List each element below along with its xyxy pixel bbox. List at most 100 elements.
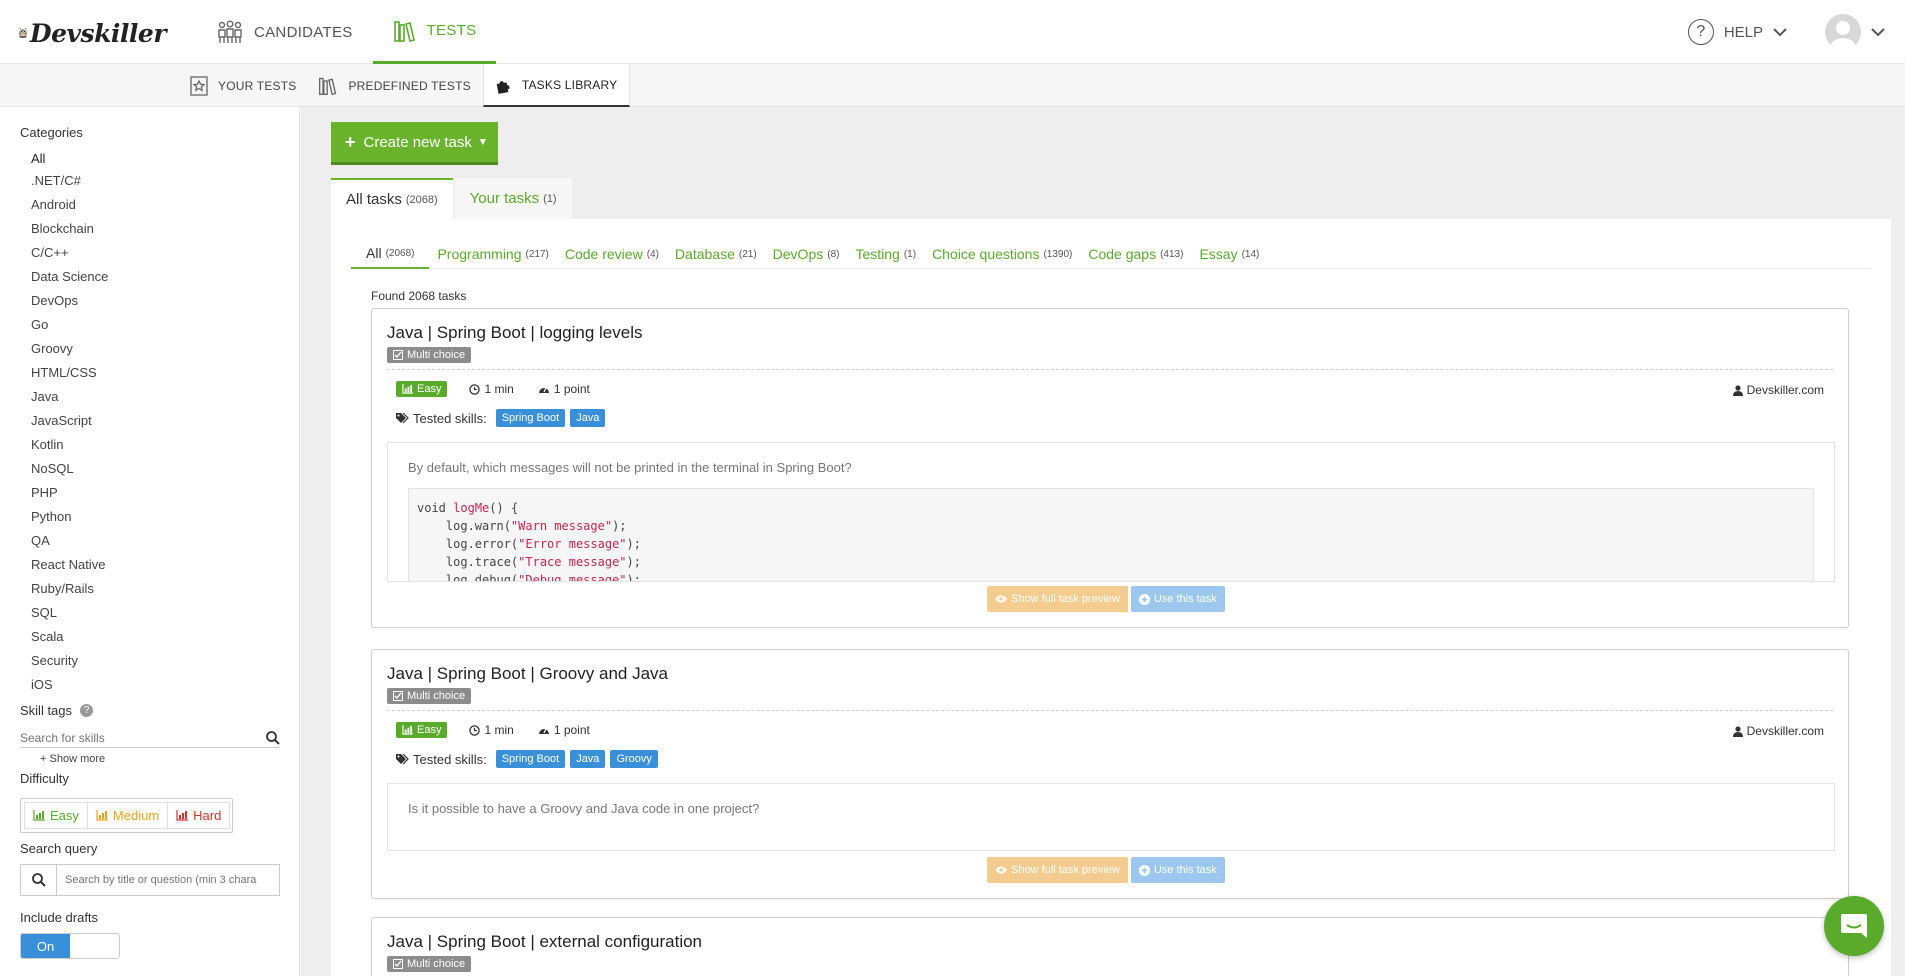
category-item[interactable]: React Native bbox=[20, 553, 279, 577]
category-item[interactable]: NoSQL bbox=[20, 457, 279, 481]
filter-code-review[interactable]: Code review (4) bbox=[557, 239, 667, 269]
subnav-your-tests[interactable]: YOUR TESTS bbox=[180, 64, 308, 107]
nav-tests[interactable]: TESTS bbox=[372, 0, 497, 64]
skill-badge[interactable]: Java bbox=[570, 750, 606, 768]
show-full-preview-button[interactable]: Show full task preview bbox=[987, 857, 1128, 883]
skill-badge[interactable]: Spring Boot bbox=[495, 409, 566, 427]
tested-skills-label: Tested skills: bbox=[413, 410, 487, 426]
skill-badge[interactable]: Groovy bbox=[610, 750, 658, 768]
difficulty-label: Easy bbox=[417, 383, 442, 395]
author-label: Devskiller.com bbox=[1746, 724, 1824, 738]
code-string: "Error message" bbox=[518, 537, 627, 551]
category-item[interactable]: C/C++ bbox=[20, 241, 279, 265]
tab-all-tasks[interactable]: All tasks (2068) bbox=[331, 178, 453, 219]
tab-count: (1) bbox=[543, 192, 557, 205]
category-item[interactable]: QA bbox=[20, 529, 279, 553]
filter-essay[interactable]: Essay (14) bbox=[1191, 239, 1267, 269]
difficulty-medium-button[interactable]: Medium bbox=[86, 802, 169, 829]
category-item[interactable]: Security bbox=[20, 649, 279, 673]
task-type-badge: Multi choice bbox=[387, 347, 472, 363]
filter-label: Testing bbox=[855, 246, 900, 262]
show-more-label: Show more bbox=[49, 753, 106, 765]
category-item[interactable]: Groovy bbox=[20, 337, 279, 361]
category-item[interactable]: JavaScript bbox=[20, 409, 279, 433]
filter-database[interactable]: Database (21) bbox=[667, 239, 765, 269]
use-task-button[interactable]: Use this task bbox=[1130, 857, 1225, 883]
tab-your-tasks[interactable]: Your tasks (1) bbox=[454, 178, 572, 219]
category-item[interactable]: All bbox=[20, 148, 279, 169]
filter-all[interactable]: All (2068) bbox=[351, 239, 430, 269]
category-item[interactable]: Data Science bbox=[20, 265, 279, 289]
user-icon bbox=[1732, 384, 1743, 396]
category-item[interactable]: Ruby/Rails bbox=[20, 577, 279, 601]
search-query-input[interactable] bbox=[57, 865, 277, 895]
task-time: 1 min bbox=[469, 723, 514, 737]
category-item[interactable]: Python bbox=[20, 505, 279, 529]
preview-label: Show full task preview bbox=[1011, 593, 1120, 605]
difficulty-easy-button[interactable]: Easy bbox=[24, 802, 88, 829]
category-item[interactable]: Scala bbox=[20, 625, 279, 649]
search-query-title: Search query bbox=[20, 841, 98, 856]
category-item[interactable]: PHP bbox=[20, 481, 279, 505]
category-item[interactable]: HTML/CSS bbox=[20, 361, 279, 385]
user-menu[interactable] bbox=[1825, 14, 1885, 50]
code-text: ); bbox=[626, 537, 641, 551]
filter-count: (8) bbox=[827, 248, 840, 260]
task-title[interactable]: Java | Spring Boot | external configurat… bbox=[387, 932, 702, 952]
difficulty-title: Difficulty bbox=[20, 771, 69, 786]
category-item[interactable]: Android bbox=[20, 193, 279, 217]
category-item[interactable]: Java bbox=[20, 385, 279, 409]
category-item[interactable]: Blockchain bbox=[20, 217, 279, 241]
skill-badge[interactable]: Java bbox=[570, 409, 606, 427]
chat-widget-button[interactable] bbox=[1824, 896, 1884, 956]
code-string: "Trace message" bbox=[518, 555, 627, 569]
header-right: ? HELP bbox=[1687, 0, 1885, 64]
filter-programming[interactable]: Programming (217) bbox=[429, 239, 556, 269]
code-keyword: void bbox=[417, 501, 446, 515]
use-label: Use this task bbox=[1153, 593, 1217, 605]
task-card: Java | Spring Boot | Groovy and Java Mul… bbox=[371, 649, 1849, 899]
create-new-task-button[interactable]: + Create new task ▼ bbox=[331, 122, 498, 165]
avatar bbox=[1825, 14, 1861, 50]
filter-code-gaps[interactable]: Code gaps (413) bbox=[1080, 239, 1191, 269]
category-item[interactable]: Go bbox=[20, 313, 279, 337]
help-menu[interactable]: ? HELP bbox=[1687, 19, 1787, 45]
include-drafts-toggle[interactable]: On bbox=[20, 933, 120, 959]
preview-label: Show full task preview bbox=[1011, 864, 1120, 876]
logo[interactable]: Devskiller bbox=[18, 6, 167, 60]
category-item[interactable]: DevOps bbox=[20, 289, 279, 313]
difficulty-hard-button[interactable]: Hard bbox=[167, 802, 231, 829]
category-list: All .NET/C# Android Blockchain C/C++ Dat… bbox=[20, 148, 279, 697]
filter-label: DevOps bbox=[772, 246, 824, 262]
skill-badge[interactable]: Spring Boot bbox=[495, 750, 566, 768]
filter-count: (413) bbox=[1160, 248, 1184, 260]
task-title[interactable]: Java | Spring Boot | Groovy and Java bbox=[387, 664, 668, 684]
people-icon bbox=[218, 20, 242, 43]
filter-devops[interactable]: DevOps (8) bbox=[765, 239, 848, 269]
code-text: ); bbox=[626, 555, 641, 569]
tested-skills: Tested skills: Spring Boot Java Groovy bbox=[396, 750, 658, 768]
nav-candidates[interactable]: CANDIDATES bbox=[196, 0, 373, 64]
subnav-predefined-tests[interactable]: PREDEFINED TESTS bbox=[308, 64, 482, 107]
show-full-preview-button[interactable]: Show full task preview bbox=[987, 586, 1128, 612]
category-item[interactable]: iOS bbox=[20, 673, 279, 697]
skill-search-input[interactable] bbox=[20, 730, 240, 745]
plus-circle-icon bbox=[1138, 864, 1150, 876]
category-item[interactable]: Kotlin bbox=[20, 433, 279, 457]
filter-testing[interactable]: Testing (1) bbox=[847, 239, 924, 269]
show-more-link[interactable]: + Show more bbox=[40, 753, 279, 765]
task-title[interactable]: Java | Spring Boot | logging levels bbox=[387, 323, 642, 343]
filter-choice-questions[interactable]: Choice questions (1390) bbox=[924, 239, 1080, 269]
search-icon bbox=[21, 865, 57, 895]
task-author: Devskiller.com bbox=[1732, 724, 1824, 738]
category-item[interactable]: .NET/C# bbox=[20, 169, 279, 193]
include-drafts-title: Include drafts bbox=[20, 910, 99, 925]
search-icon[interactable] bbox=[266, 730, 280, 745]
category-item[interactable]: SQL bbox=[20, 601, 279, 625]
use-task-button[interactable]: Use this task bbox=[1130, 586, 1225, 612]
help-icon[interactable]: ? bbox=[80, 704, 94, 717]
task-tabs: All tasks (2068) Your tasks (1) bbox=[331, 178, 572, 219]
task-time: 1 min bbox=[469, 382, 514, 396]
subnav-tasks-library[interactable]: TASKS LIBRARY bbox=[482, 64, 631, 107]
filter-label: Essay bbox=[1199, 246, 1238, 262]
